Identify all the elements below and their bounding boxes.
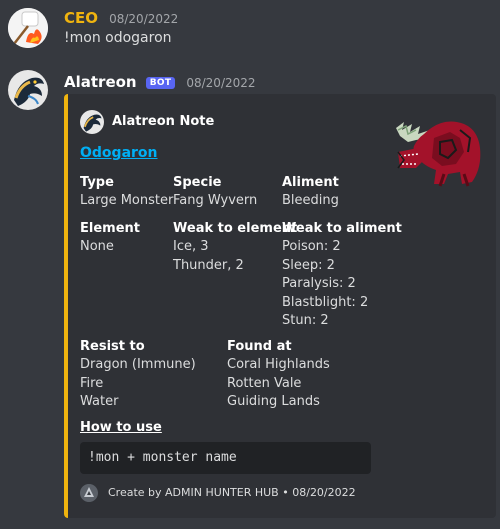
embed-title-link[interactable]: Odogaron — [80, 145, 158, 161]
odogaron-monster-icon — [396, 121, 481, 187]
field-name-type: Type — [80, 175, 114, 190]
field-value-line: Thunder, 2 — [173, 257, 244, 273]
field-value-line: Rotten Vale — [227, 375, 302, 391]
field-name-specie: Specie — [173, 175, 222, 190]
how-to-use-heading: How to use — [80, 420, 162, 435]
embed-color-bar — [64, 94, 68, 518]
field-value-weak-element: Ice, 3 Thunder, 2 — [173, 238, 244, 275]
message-author[interactable]: CEO — [64, 9, 98, 27]
field-name-found: Found at — [227, 339, 292, 354]
message-timestamp: 08/20/2022 — [109, 12, 179, 26]
field-value-line: Dragon (Immune) — [80, 357, 196, 372]
field-name-element: Element — [80, 221, 140, 236]
alatreon-dragon-icon — [8, 70, 48, 110]
field-value-line: Coral Highlands — [227, 357, 330, 372]
field-value-line: Large Monster — [80, 193, 174, 208]
field-value-line: Guiding Lands — [227, 394, 320, 409]
avatar[interactable] — [8, 8, 48, 48]
footer-text: Create by ADMIN HUNTER HUB — [108, 486, 279, 499]
field-value-line: Stun: 2 — [282, 313, 329, 328]
message-author[interactable]: Alatreon — [64, 73, 137, 91]
alatreon-dragon-icon — [80, 110, 104, 134]
avatar[interactable] — [8, 70, 48, 110]
code-block[interactable]: !mon + monster name — [80, 442, 371, 474]
field-value-line: Sleep: 2 — [282, 257, 335, 273]
field-value-element: None — [80, 238, 114, 257]
message-ceo: CEO 08/20/2022 !mon odogaron — [0, 0, 500, 60]
field-value-line: Ice, 3 — [173, 239, 209, 254]
field-name-weak-aliment: Weak to aliment — [282, 221, 402, 236]
embed-thumbnail[interactable] — [394, 108, 486, 188]
field-value-line: Bleeding — [282, 193, 339, 208]
embed-author-name[interactable]: Alatreon Note — [112, 114, 214, 129]
bot-badge: BOT — [145, 77, 176, 89]
field-value-type: Large Monster — [80, 192, 173, 211]
field-value-line: Blastblight: 2 — [282, 294, 369, 310]
marshmallow-fire-icon — [8, 8, 48, 48]
field-value-specie: Fang Wyvern — [173, 192, 257, 211]
embed-footer: Create by ADMIN HUNTER HUB • 08/20/2022 — [108, 486, 356, 499]
embed-author-icon — [80, 110, 104, 134]
field-name-aliment: Aliment — [282, 175, 339, 190]
field-value-line: None — [80, 239, 114, 254]
field-value-aliment: Bleeding — [282, 192, 339, 211]
field-value-line: Paralysis: 2 — [282, 276, 356, 291]
field-value-found: Coral Highlands Rotten Vale Guiding Land… — [227, 356, 330, 412]
hunter-hub-icon — [80, 484, 98, 502]
field-value-line: Fire — [80, 375, 104, 391]
field-value-resist: Dragon (Immune) Fire Water — [80, 356, 196, 412]
message-timestamp: 08/20/2022 — [186, 76, 256, 90]
field-name-weak-element: Weak to element — [173, 221, 298, 236]
message-content: !mon odogaron — [64, 30, 172, 46]
footer-icon — [80, 484, 98, 502]
embed: Alatreon Note Odogaron Type Large Monste… — [64, 94, 496, 518]
field-value-line: Poison: 2 — [282, 239, 341, 254]
footer-date: 08/20/2022 — [292, 486, 356, 499]
field-value-weak-aliment: Poison: 2 Sleep: 2 Paralysis: 2 Blastbli… — [282, 238, 368, 331]
footer-separator: • — [282, 486, 289, 499]
field-value-line: Fang Wyvern — [173, 193, 258, 208]
field-value-line: Water — [80, 394, 119, 409]
field-name-resist: Resist to — [80, 339, 145, 354]
